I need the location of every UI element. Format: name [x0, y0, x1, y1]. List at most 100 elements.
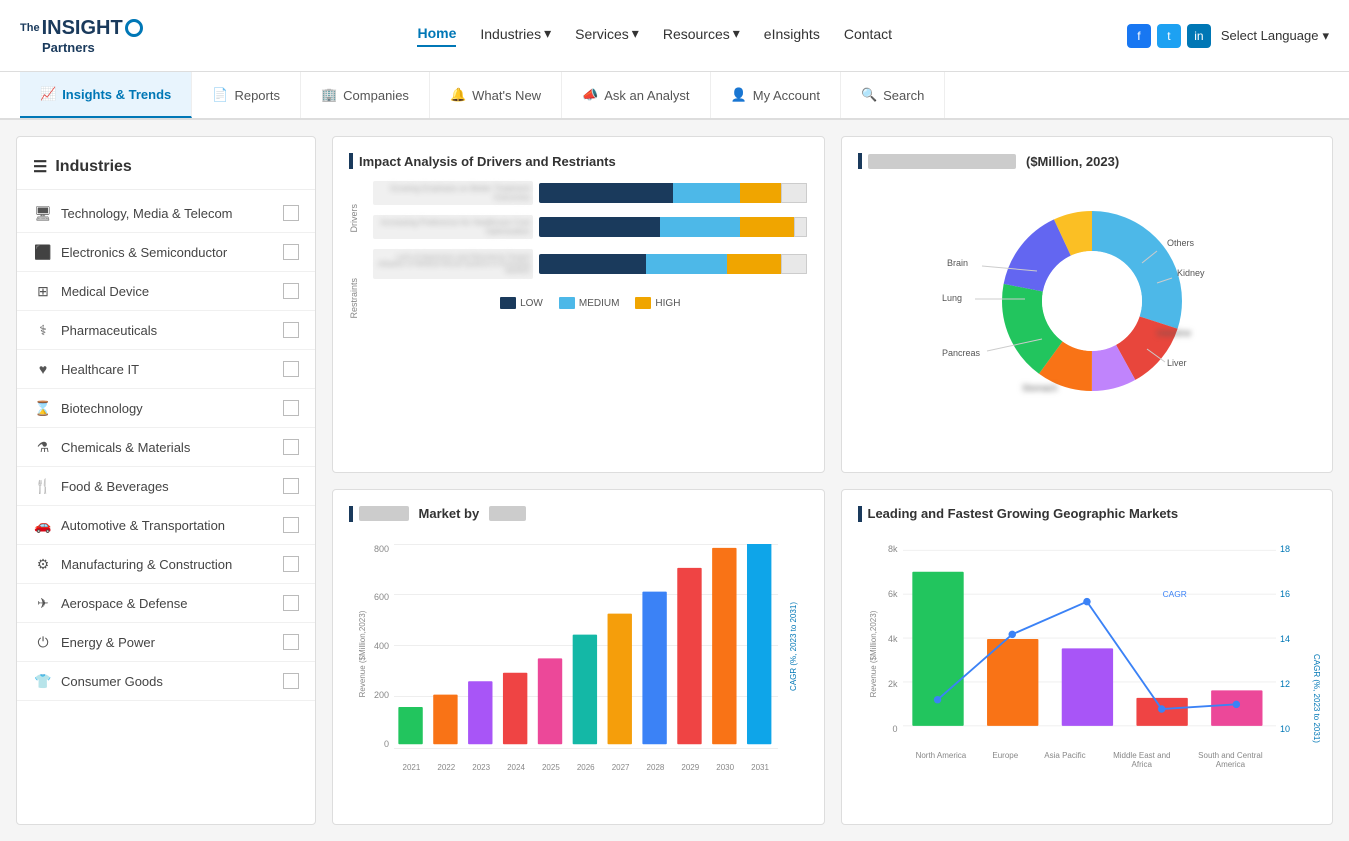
- bar-orange-seg: [740, 183, 780, 203]
- energy-checkbox[interactable]: [283, 634, 299, 650]
- sub-nav: 📈 Insights & Trends 📄 Reports 🏢 Companie…: [0, 72, 1349, 120]
- geo-chart-svg: CAGR: [903, 544, 1277, 734]
- x-axis-labels-geo: North America Europe Asia Pacific Middle…: [903, 751, 1277, 769]
- chemicals-icon: ⚗: [33, 437, 53, 457]
- factory-icon: ⚙: [33, 554, 53, 574]
- tech-checkbox[interactable]: [283, 205, 299, 221]
- sidebar-item-tech[interactable]: 🖥 Technology, Media & Telecom: [17, 194, 315, 233]
- bell-icon: 🔔: [450, 87, 466, 103]
- sidebar-item-biotech[interactable]: ⌛ Biotechnology: [17, 389, 315, 428]
- driver-row-2: Increasing Preference for Healthcare Cos…: [373, 215, 808, 239]
- subnav-companies[interactable]: 🏢 Companies: [301, 72, 430, 118]
- chemicals-checkbox[interactable]: [283, 439, 299, 455]
- nav-contact[interactable]: Contact: [844, 26, 892, 46]
- subnav-insights-trends[interactable]: 📈 Insights & Trends: [20, 72, 192, 118]
- svg-text:Stomach: Stomach: [1022, 383, 1058, 393]
- chevron-down-icon: ▾: [632, 25, 639, 42]
- market-bar-chart: 800 600 400 200 0 CAGR (%, 2023 to 2031): [349, 534, 808, 774]
- twitter-icon[interactable]: t: [1157, 24, 1181, 48]
- sidebar-item-aerospace[interactable]: ✈ Aerospace & Defense: [17, 584, 315, 623]
- user-icon: 👤: [731, 87, 747, 103]
- manufacturing-checkbox[interactable]: [283, 556, 299, 572]
- logo[interactable]: The INSIGHT Partners: [20, 17, 143, 55]
- industries-sidebar: ☰ Industries 🖥 Technology, Media & Telec…: [16, 136, 316, 825]
- subnav-reports[interactable]: 📄 Reports: [192, 72, 301, 118]
- sidebar-title: ☰ Industries: [17, 149, 315, 190]
- pharma-icon: ⚕: [33, 320, 53, 340]
- subnav-ask-analyst[interactable]: 📣 Ask an Analyst: [562, 72, 710, 118]
- megaphone-icon: 📣: [582, 87, 598, 103]
- driver-row-1: Growing Emphasis on Better Treatment Out…: [373, 181, 808, 205]
- sidebar-item-pharma[interactable]: ⚕ Pharmaceuticals: [17, 311, 315, 350]
- header-right: f t in Select Language ▾: [1127, 24, 1329, 48]
- sidebar-item-medical-device[interactable]: ⊞ Medical Device: [17, 272, 315, 311]
- aerospace-checkbox[interactable]: [283, 595, 299, 611]
- y-axis-title: Revenue ($Million,2023): [358, 610, 367, 697]
- sidebar-item-energy[interactable]: ⏻ Energy & Power: [17, 623, 315, 662]
- linkedin-icon[interactable]: in: [1187, 24, 1211, 48]
- market-chart-title: Market Market by Type: [349, 506, 808, 522]
- y-axis-left-title: Revenue ($Million,2023): [868, 610, 877, 697]
- cagr-label: CAGR (%, 2023 to 2031): [780, 544, 808, 749]
- sidebar-item-chemicals[interactable]: ⚗ Chemicals & Materials: [17, 428, 315, 467]
- list-icon: ☰: [33, 157, 47, 177]
- y-axis: 800 600 400 200 0: [349, 544, 389, 749]
- facebook-icon[interactable]: f: [1127, 24, 1151, 48]
- svg-text:Lung: Lung: [942, 293, 962, 303]
- nav-industries[interactable]: Industries ▾: [480, 25, 551, 46]
- medical-checkbox[interactable]: [283, 283, 299, 299]
- donut-chart-card: North America by Type ($Million, 2023): [841, 136, 1334, 473]
- subnav-search[interactable]: 🔍 Search: [841, 72, 945, 118]
- sidebar-item-manufacturing[interactable]: ⚙ Manufacturing & Construction: [17, 545, 315, 584]
- bar-dark-seg: [539, 254, 646, 274]
- chevron-down-icon: ▾: [544, 25, 551, 42]
- driver-bars: Growing Emphasis on Better Treatment Out…: [373, 181, 808, 341]
- sidebar-item-automotive[interactable]: 🚗 Automotive & Transportation: [17, 506, 315, 545]
- drivers-chart-body: Drivers Restraints Growing Emphasis on B…: [349, 181, 808, 341]
- search-icon: 🔍: [861, 87, 877, 103]
- restraint-row-1: Lack of Awareness and Reluctance Toward …: [373, 249, 808, 279]
- market-chart-card: Market Market by Type 800 600 400 200 0 …: [332, 489, 825, 826]
- svg-text:Others: Others: [1167, 238, 1195, 248]
- svg-text:CAGR: CAGR: [1162, 588, 1186, 598]
- monitor-icon: 🖥: [33, 203, 53, 223]
- electronics-checkbox[interactable]: [283, 244, 299, 260]
- donut-container: Others Kidney Brain Lung Pancreas Liver …: [858, 181, 1317, 421]
- food-icon: 🍴: [33, 476, 53, 496]
- legend-high: HIGH: [635, 297, 680, 309]
- consumer-checkbox[interactable]: [283, 673, 299, 689]
- svg-text:Brain: Brain: [947, 258, 968, 268]
- legend-medium: MEDIUM: [559, 297, 620, 309]
- svg-text:Liver: Liver: [1167, 358, 1187, 368]
- social-icons: f t in: [1127, 24, 1211, 48]
- bar-blue-seg: [673, 183, 740, 203]
- header: The INSIGHT Partners Home Industries ▾ S…: [0, 0, 1349, 72]
- food-checkbox[interactable]: [283, 478, 299, 494]
- nav-services[interactable]: Services ▾: [575, 25, 639, 46]
- sidebar-item-healthcare-it[interactable]: ♥ Healthcare IT: [17, 350, 315, 389]
- legend-low: LOW: [500, 297, 543, 309]
- chevron-down-icon: ▾: [733, 25, 740, 42]
- nav-resources[interactable]: Resources ▾: [663, 25, 740, 46]
- doc-icon: 📄: [212, 87, 228, 103]
- heart-icon: ♥: [33, 359, 53, 379]
- automotive-checkbox[interactable]: [283, 517, 299, 533]
- nav-einsights[interactable]: eInsights: [764, 26, 820, 46]
- market-bars-svg: [394, 544, 778, 749]
- sidebar-item-consumer[interactable]: 👕 Consumer Goods: [17, 662, 315, 701]
- title-bar-icon: [858, 506, 862, 522]
- svg-text:Pancreas: Pancreas: [942, 348, 981, 358]
- biotech-checkbox[interactable]: [283, 400, 299, 416]
- healthcare-it-checkbox[interactable]: [283, 361, 299, 377]
- language-selector[interactable]: Select Language ▾: [1221, 28, 1329, 44]
- sidebar-item-electronics[interactable]: ⬛ Electronics & Semiconductor: [17, 233, 315, 272]
- bar-orange-seg: [740, 217, 794, 237]
- subnav-whats-new[interactable]: 🔔 What's New: [430, 72, 562, 118]
- nav-home[interactable]: Home: [417, 25, 456, 47]
- subnav-my-account[interactable]: 👤 My Account: [711, 72, 841, 118]
- pharma-checkbox[interactable]: [283, 322, 299, 338]
- donut-chart-title: North America by Type ($Million, 2023): [858, 153, 1317, 169]
- sidebar-item-food[interactable]: 🍴 Food & Beverages: [17, 467, 315, 506]
- drivers-chart-card: Impact Analysis of Drivers and Restriant…: [332, 136, 825, 473]
- geo-chart-title: Leading and Fastest Growing Geographic M…: [858, 506, 1317, 522]
